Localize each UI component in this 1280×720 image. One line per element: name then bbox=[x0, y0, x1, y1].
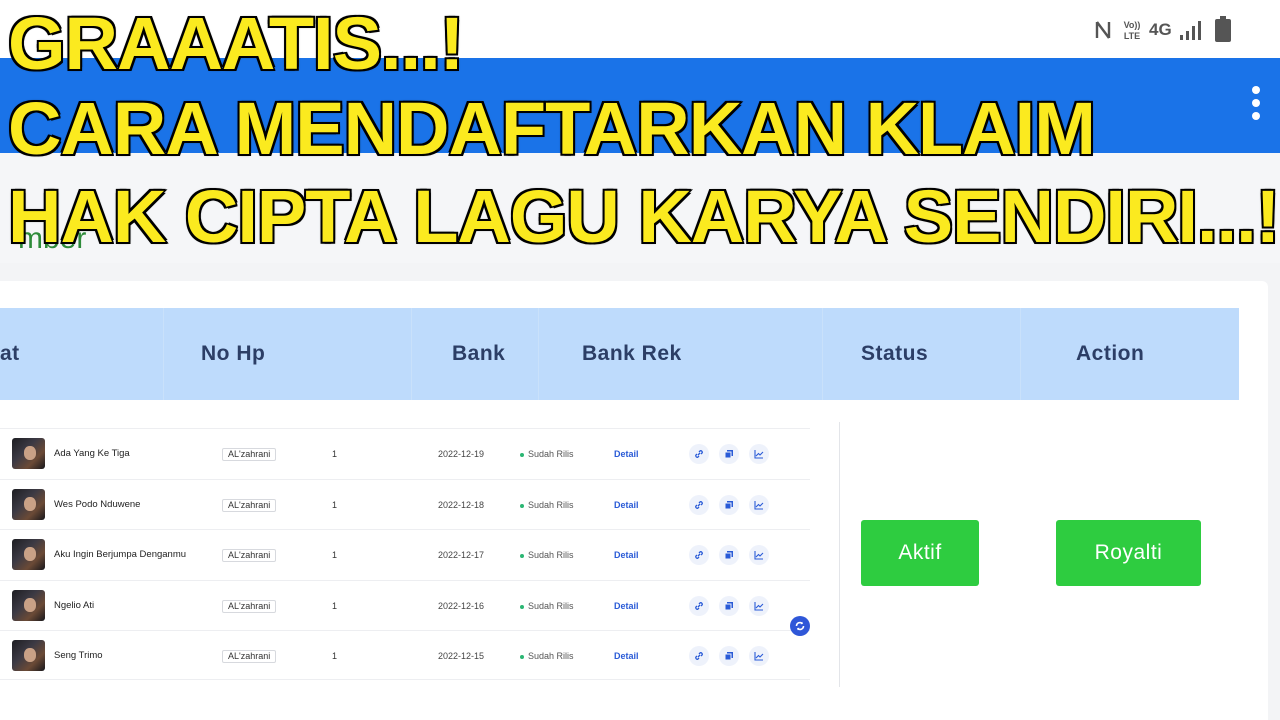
detail-link[interactable]: Detail bbox=[614, 480, 639, 530]
headline-line-2: CARA MENDAFTARKAN KLAIM bbox=[7, 86, 1098, 172]
battery-icon bbox=[1214, 16, 1232, 43]
chart-icon[interactable] bbox=[749, 444, 769, 464]
chart-icon[interactable] bbox=[749, 495, 769, 515]
link-icon[interactable] bbox=[689, 444, 709, 464]
song-thumbnail bbox=[12, 539, 45, 570]
artist-badge: AL'zahrani bbox=[222, 499, 277, 512]
detail-link[interactable]: Detail bbox=[614, 631, 639, 681]
song-title: Seng Trimo bbox=[54, 650, 103, 661]
release-date: 2022-12-15 bbox=[438, 651, 485, 661]
release-status-label: Sudah Rilis bbox=[528, 651, 574, 661]
network-type-label: 4G bbox=[1149, 20, 1172, 39]
table-row[interactable]: Ada Yang Ke Tiga AL'zahrani 1 2022-12-19… bbox=[0, 428, 810, 478]
table-row[interactable]: Wes Podo Nduwene AL'zahrani 1 2022-12-18… bbox=[0, 479, 810, 529]
volte-icon: Vo)) LTE bbox=[1121, 19, 1143, 41]
nfc-icon bbox=[1094, 19, 1112, 41]
artist-badge: AL'zahrani bbox=[222, 650, 277, 663]
table-row[interactable]: Aku Ingin Berjumpa Denganmu AL'zahrani 1… bbox=[0, 529, 810, 579]
headline-line-1: GRAAATIS...! bbox=[6, 1, 465, 87]
release-status-label: Sudah Rilis bbox=[528, 550, 574, 560]
artist-badge: AL'zahrani bbox=[222, 600, 277, 613]
more-vert-icon[interactable] bbox=[1252, 86, 1262, 126]
release-status: Sudah Rilis bbox=[520, 581, 574, 631]
column-header-action: Action bbox=[1076, 342, 1145, 365]
song-thumbnail bbox=[12, 489, 45, 520]
release-status: Sudah Rilis bbox=[520, 429, 574, 479]
song-thumbnail bbox=[12, 438, 45, 469]
release-date: 2022-12-18 bbox=[438, 500, 485, 510]
track-count: 1 bbox=[332, 651, 338, 661]
column-header-bank-rek: Bank Rek bbox=[582, 342, 682, 365]
link-icon[interactable] bbox=[689, 495, 709, 515]
release-status-label: Sudah Rilis bbox=[528, 500, 574, 510]
artist-badge: AL'zahrani bbox=[222, 549, 277, 562]
refresh-icon[interactable] bbox=[790, 616, 810, 636]
link-icon[interactable] bbox=[689, 646, 709, 666]
table-row[interactable]: Seng Trimo AL'zahrani 1 2022-12-15 Sudah… bbox=[0, 630, 810, 680]
svg-text:LTE: LTE bbox=[1124, 31, 1140, 41]
song-title: Ada Yang Ke Tiga bbox=[54, 448, 130, 459]
signal-icon bbox=[1179, 19, 1203, 41]
copy-icon[interactable] bbox=[719, 596, 739, 616]
song-thumbnail bbox=[12, 590, 45, 621]
release-status-label: Sudah Rilis bbox=[528, 601, 574, 611]
copy-icon[interactable] bbox=[719, 495, 739, 515]
headline-line-3: HAK CIPTA LAGU KARYA SENDIRI...! bbox=[6, 174, 1280, 260]
column-header-status: Status bbox=[861, 342, 929, 365]
song-title: Aku Ingin Berjumpa Denganmu bbox=[54, 549, 187, 560]
link-icon[interactable] bbox=[689, 596, 709, 616]
column-header-bank: Bank bbox=[452, 342, 506, 365]
release-date: 2022-12-17 bbox=[438, 550, 485, 560]
track-count: 1 bbox=[332, 550, 338, 560]
detail-link[interactable]: Detail bbox=[614, 429, 639, 479]
track-count: 1 bbox=[332, 601, 338, 611]
link-icon[interactable] bbox=[689, 545, 709, 565]
release-status: Sudah Rilis bbox=[520, 530, 574, 580]
song-title: Wes Podo Nduwene bbox=[54, 499, 141, 510]
song-thumbnail bbox=[12, 640, 45, 671]
detail-link[interactable]: Detail bbox=[614, 581, 639, 631]
release-date: 2022-12-19 bbox=[438, 449, 485, 459]
releases-table: Ada Yang Ke Tiga AL'zahrani 1 2022-12-19… bbox=[0, 428, 810, 681]
table-header: at No Hp Bank Bank Rek Status Action bbox=[0, 308, 1239, 400]
column-header-no-hp: No Hp bbox=[201, 342, 266, 365]
release-status-label: Sudah Rilis bbox=[528, 449, 574, 459]
detail-link[interactable]: Detail bbox=[614, 530, 639, 580]
release-status: Sudah Rilis bbox=[520, 480, 574, 530]
track-count: 1 bbox=[332, 449, 338, 459]
aktif-button[interactable]: Aktif bbox=[861, 520, 979, 586]
release-status: Sudah Rilis bbox=[520, 631, 574, 681]
copy-icon[interactable] bbox=[719, 545, 739, 565]
column-header-partial: at bbox=[0, 342, 20, 365]
chart-icon[interactable] bbox=[749, 646, 769, 666]
chart-icon[interactable] bbox=[749, 545, 769, 565]
table-row[interactable]: Ngelio Ati AL'zahrani 1 2022-12-16 Sudah… bbox=[0, 580, 810, 630]
artist-badge: AL'zahrani bbox=[222, 448, 277, 461]
copy-icon[interactable] bbox=[719, 444, 739, 464]
copy-icon[interactable] bbox=[719, 646, 739, 666]
chart-icon[interactable] bbox=[749, 596, 769, 616]
song-title: Ngelio Ati bbox=[54, 600, 95, 611]
royalti-button[interactable]: Royalti bbox=[1056, 520, 1201, 586]
release-date: 2022-12-16 bbox=[438, 601, 485, 611]
track-count: 1 bbox=[332, 500, 338, 510]
svg-text:Vo)): Vo)) bbox=[1124, 20, 1141, 30]
divider bbox=[839, 422, 840, 687]
